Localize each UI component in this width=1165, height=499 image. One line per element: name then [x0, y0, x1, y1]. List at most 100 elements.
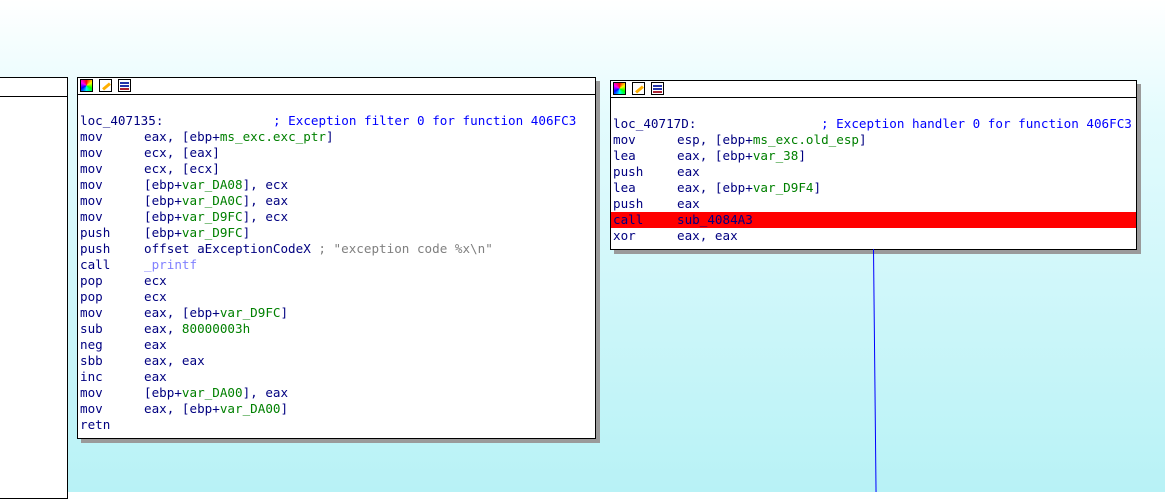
operand: eax, [ebp+var_DA00]	[144, 401, 288, 417]
instruction-line[interactable]: retn	[78, 417, 595, 433]
variable-ref[interactable]: ms_exc.old_esp	[753, 132, 859, 147]
partial-graph-node[interactable]	[0, 77, 68, 499]
exception-handler-node[interactable]: loc_40717D: ; Exception handler 0 for fun…	[610, 80, 1137, 250]
operand: eax, 80000003h	[144, 321, 250, 337]
operand: eax	[144, 369, 167, 385]
operand-text: eax, eax	[144, 353, 205, 368]
operand-text[interactable]: ; "exception code %x\n"	[318, 241, 492, 256]
operand-text: eax	[144, 369, 167, 384]
instruction-line[interactable]: push eax	[611, 196, 1136, 212]
instruction-line[interactable]: mov [ebp+var_DA00], eax	[78, 385, 595, 401]
operand-text: ecx	[144, 289, 167, 304]
mnemonic: inc	[80, 369, 103, 384]
instruction-line[interactable]: pop ecx	[78, 289, 595, 305]
variable-ref[interactable]: var_DA00	[220, 401, 281, 416]
partial-node-title-bar	[0, 78, 67, 97]
instruction-line[interactable]: mov ecx, [eax]	[78, 145, 595, 161]
operand-text: ], eax	[242, 385, 289, 400]
variable-ref[interactable]: var_DA08	[182, 177, 243, 192]
mnemonic: mov	[80, 305, 103, 320]
graph-overview-icon[interactable]	[118, 79, 131, 92]
variable-ref[interactable]: ms_exc.exc_ptr	[220, 129, 326, 144]
variable-ref[interactable]: var_DA0C	[182, 193, 243, 208]
variable-ref[interactable]: var_D9FC	[182, 225, 243, 240]
instruction-line[interactable]: pop ecx	[78, 273, 595, 289]
node-title-bar	[611, 81, 1136, 98]
mnemonic: call	[613, 212, 644, 227]
variable-ref[interactable]: var_D9FC	[182, 209, 243, 224]
operand-text: ]	[813, 180, 822, 195]
variable-ref[interactable]: var_DA00	[182, 385, 243, 400]
variable-ref[interactable]: var_D9FC	[220, 305, 281, 320]
mnemonic: mov	[80, 385, 103, 400]
location-label[interactable]: loc_407135:	[80, 113, 163, 129]
mnemonic: push	[613, 164, 644, 179]
operand: eax	[677, 164, 700, 180]
disassembly-listing: loc_407135: ; Exception filter 0 for func…	[78, 95, 595, 433]
mnemonic: push	[613, 196, 644, 211]
instruction-line[interactable]: mov eax, [ebp+var_DA00]	[78, 401, 595, 417]
mnemonic: sub	[80, 321, 103, 336]
mnemonic: retn	[80, 417, 111, 432]
operand: ecx	[144, 273, 167, 289]
operand-text: eax, [ebp+	[144, 305, 220, 320]
operand-text: ]	[280, 401, 289, 416]
mnemonic: mov	[80, 401, 103, 416]
graph-overview-icon[interactable]	[651, 82, 664, 95]
rename-pencil-icon[interactable]	[632, 82, 645, 95]
rename-pencil-icon[interactable]	[99, 79, 112, 92]
operand: [ebp+var_D9FC]	[144, 225, 250, 241]
instruction-line[interactable]: lea eax, [ebp+var_38]	[611, 148, 1136, 164]
operand: eax, [ebp+var_D9F4]	[677, 180, 821, 196]
instruction-line[interactable]: push [ebp+var_D9FC]	[78, 225, 595, 241]
instruction-line[interactable]: mov [ebp+var_D9FC], ecx	[78, 209, 595, 225]
instruction-line[interactable]: xor eax, eax	[611, 228, 1136, 244]
instruction-line[interactable]: mov eax, [ebp+var_D9FC]	[78, 305, 595, 321]
operand-text: ], ecx	[242, 209, 289, 224]
code-label-line[interactable]: loc_40717D: ; Exception handler 0 for fun…	[611, 116, 1136, 132]
operand-text: ]	[280, 305, 289, 320]
instruction-line[interactable]: push eax	[611, 164, 1136, 180]
mnemonic: push	[80, 241, 111, 256]
operand-text: eax, [ebp+	[144, 129, 220, 144]
mnemonic: neg	[80, 337, 103, 352]
mnemonic: mov	[80, 209, 103, 224]
function-ref[interactable]: _printf	[144, 257, 197, 272]
instruction-line[interactable]: sbb eax, eax	[78, 353, 595, 369]
color-palette-icon[interactable]	[80, 79, 93, 92]
disassembly-listing: loc_40717D: ; Exception handler 0 for fun…	[611, 98, 1136, 244]
graph-edge-line	[873, 248, 877, 492]
operand-text[interactable]: 80000003h	[182, 321, 250, 336]
operand-text: [ebp+	[144, 177, 182, 192]
instruction-line[interactable]: sub eax, 80000003h	[78, 321, 595, 337]
instruction-line[interactable]: mov esp, [ebp+ms_exc.old_esp]	[611, 132, 1136, 148]
instruction-line[interactable]: mov eax, [ebp+ms_exc.exc_ptr]	[78, 129, 595, 145]
instruction-line[interactable]: mov [ebp+var_DA08], ecx	[78, 177, 595, 193]
instruction-line[interactable]: push offset aExceptionCodeX ; "exception …	[78, 241, 595, 257]
instruction-line[interactable]: mov [ebp+var_DA0C], eax	[78, 193, 595, 209]
operand: eax, eax	[677, 228, 738, 244]
operand: ecx	[144, 289, 167, 305]
operand-text: eax	[144, 337, 167, 352]
instruction-line[interactable]: neg eax	[78, 337, 595, 353]
exception-filter-node[interactable]: loc_407135: ; Exception filter 0 for func…	[77, 77, 596, 439]
operand: [ebp+var_DA00], eax	[144, 385, 288, 401]
instruction-line[interactable]: mov ecx, [ecx]	[78, 161, 595, 177]
operand-text: [ebp+	[144, 193, 182, 208]
variable-ref[interactable]: var_D9F4	[753, 180, 814, 195]
variable-ref[interactable]: var_38	[753, 148, 799, 163]
instruction-line[interactable]: call _printf	[78, 257, 595, 273]
instruction-line[interactable]: inc eax	[78, 369, 595, 385]
operand: eax, [ebp+var_D9FC]	[144, 305, 288, 321]
instruction-line[interactable]: lea eax, [ebp+var_D9F4]	[611, 180, 1136, 196]
instruction-line[interactable]: call sub_4084A3	[611, 212, 1136, 228]
operand: [ebp+var_DA08], ecx	[144, 177, 288, 193]
location-label[interactable]: loc_40717D:	[613, 116, 696, 132]
operand-text: ]	[858, 132, 867, 147]
operand: offset aExceptionCodeX ; "exception code…	[144, 241, 493, 257]
operand: _printf	[144, 257, 197, 273]
code-label-line[interactable]: loc_407135: ; Exception filter 0 for func…	[78, 113, 595, 129]
color-palette-icon[interactable]	[613, 82, 626, 95]
node-title-bar	[78, 78, 595, 95]
code-comment: ; Exception filter 0 for function 406FC3	[273, 113, 577, 128]
